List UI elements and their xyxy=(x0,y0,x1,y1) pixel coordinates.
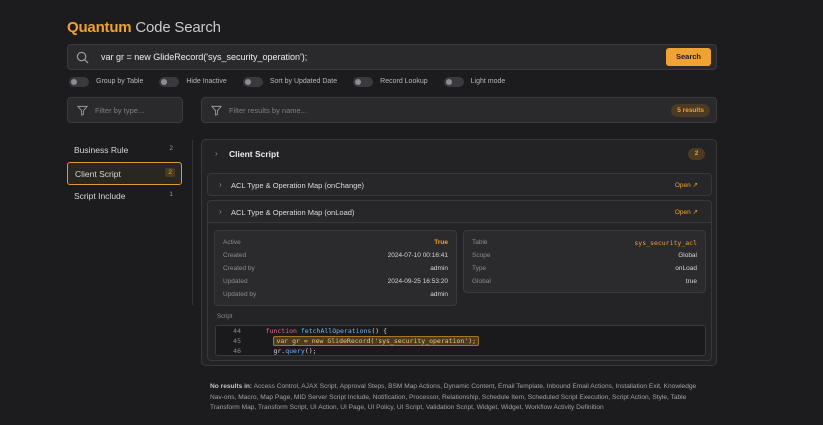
group-count-badge: 2 xyxy=(688,148,705,160)
meta-row: Created by admin xyxy=(223,265,448,275)
result-filter[interactable]: Filter results by name... 5 results xyxy=(201,97,717,123)
meta-key: Active xyxy=(223,239,241,246)
meta-row: Updated 2024-09-25 16:53:20 xyxy=(223,278,448,288)
meta-row: Global true xyxy=(472,278,697,288)
no-results-list: Access Control, AJAX Script, Approval St… xyxy=(210,383,697,411)
search-input[interactable]: var gr = new GlideRecord('sys_security_o… xyxy=(101,52,307,62)
meta-value: true xyxy=(685,278,697,285)
toggle-sort-by-updated[interactable]: Sort by Updated Date xyxy=(242,76,338,87)
toggle-bar: Group by Table Hide Inactive Sort by Upd… xyxy=(69,76,521,87)
meta-value: onLoad xyxy=(675,265,697,272)
no-results-label: No results in: xyxy=(210,383,253,390)
code-text: function fetchAllOperations() { xyxy=(265,327,387,335)
metadata-card: Active True Created 2024-07-10 00:16:41 Cr… xyxy=(214,230,457,306)
app-title: Quantum Code Search xyxy=(67,19,221,36)
results-group-panel: › Client Script 2 › ACL Type & Operation… xyxy=(201,139,717,366)
sidebar-item-label: Business Rule xyxy=(74,145,129,155)
toggle-label: Record Lookup xyxy=(380,78,428,85)
toggle-label: Light mode xyxy=(470,78,506,85)
toggle-label: Group by Table xyxy=(96,78,144,85)
type-sidebar: Business Rule 2 Client Script 2 Script Inc… xyxy=(67,139,182,208)
chevron-right-icon: › xyxy=(219,180,222,189)
code-line-highlighted: 45 var gr = new GlideRecord('sys_securit… xyxy=(216,336,705,347)
group-title: Client Script xyxy=(229,149,280,159)
type-filter-input[interactable]: Filter by type... xyxy=(95,106,144,115)
script-label: Script xyxy=(217,314,233,320)
type-filter[interactable]: Filter by type... xyxy=(67,97,183,123)
toggle-label: Sort by Updated Date xyxy=(269,78,338,85)
code-line: 46 gr.query(); xyxy=(216,347,705,357)
sidebar-item-script-include[interactable]: Script Include 1 xyxy=(67,185,182,208)
meta-key: Updated xyxy=(223,278,248,285)
meta-key: Scope xyxy=(472,252,491,259)
chevron-right-icon: › xyxy=(215,149,218,158)
sidebar-item-label: Client Script xyxy=(75,169,121,179)
brand-subtitle: Code Search xyxy=(135,19,221,36)
meta-value: 2024-09-25 16:53:20 xyxy=(387,278,448,285)
filter-icon xyxy=(211,105,222,116)
line-number: 46 xyxy=(233,347,241,355)
meta-value: sys_security_acl xyxy=(634,239,697,247)
result-row-expanded[interactable]: › ACL Type & Operation Map (onLoad) Open… xyxy=(207,200,712,223)
meta-row: Scope Global xyxy=(472,252,697,262)
divider xyxy=(192,140,193,305)
meta-key: Table xyxy=(472,239,488,246)
meta-key: Type xyxy=(472,265,487,272)
meta-row: Table sys_security_acl xyxy=(472,239,697,249)
metadata-card: Table sys_security_acl Scope Global Type on… xyxy=(463,230,706,293)
result-row[interactable]: › ACL Type & Operation Map (onChange) Op… xyxy=(207,173,712,196)
meta-key: Global xyxy=(472,278,491,285)
group-header[interactable]: › Client Script 2 xyxy=(202,140,716,168)
sidebar-item-count: 2 xyxy=(165,168,175,177)
meta-key: Created xyxy=(223,252,247,259)
toggle-label: Hide Inactive xyxy=(186,78,227,85)
meta-value: admin xyxy=(430,265,448,272)
sidebar-item-count: 1 xyxy=(169,191,173,198)
result-title: ACL Type & Operation Map (onChange) xyxy=(231,181,364,190)
meta-value: True xyxy=(434,239,448,246)
match-highlight: var gr = new GlideRecord('sys_security_o… xyxy=(273,336,480,346)
line-number: 44 xyxy=(233,327,241,335)
toggle-group-by-table[interactable]: Group by Table xyxy=(69,76,144,87)
meta-value: Global xyxy=(678,252,697,259)
code-text: var gr = new GlideRecord('sys_security_o… xyxy=(250,336,480,346)
meta-key: Created by xyxy=(223,265,255,272)
meta-value: 2024-07-10 00:16:41 xyxy=(387,252,448,259)
sidebar-item-client-script[interactable]: Client Script 2 xyxy=(67,162,182,185)
toggle-switch[interactable] xyxy=(69,76,89,87)
open-link[interactable]: Open ↗ xyxy=(675,181,698,189)
toggle-light-mode[interactable]: Light mode xyxy=(443,76,506,87)
toggle-switch[interactable] xyxy=(242,76,263,87)
line-number: 45 xyxy=(233,337,241,345)
sidebar-item-count: 2 xyxy=(169,145,173,152)
code-text: gr.query(); xyxy=(273,347,317,355)
results-count-badge: 5 results xyxy=(671,104,710,117)
meta-row: Active True xyxy=(223,239,448,249)
meta-row: Type onLoad xyxy=(472,265,697,275)
code-viewer: 44 function fetchAllOperations() { 45 va… xyxy=(215,325,706,356)
toggle-switch[interactable] xyxy=(159,76,180,87)
search-button[interactable]: Search xyxy=(666,48,711,66)
result-details: Active True Created 2024-07-10 00:16:41 Cr… xyxy=(207,223,712,361)
toggle-switch[interactable] xyxy=(353,76,374,87)
sidebar-item-business-rule[interactable]: Business Rule 2 xyxy=(67,139,182,162)
search-icon xyxy=(76,51,89,64)
open-link[interactable]: Open ↗ xyxy=(675,208,698,216)
meta-row: Updated by admin xyxy=(223,291,448,301)
toggle-hide-inactive[interactable]: Hide Inactive xyxy=(159,76,227,87)
sidebar-item-label: Script Include xyxy=(74,191,126,201)
result-title: ACL Type & Operation Map (onLoad) xyxy=(231,208,355,217)
meta-row: Created 2024-07-10 00:16:41 xyxy=(223,252,448,262)
toggle-switch[interactable] xyxy=(443,76,464,87)
meta-key: Updated by xyxy=(223,291,257,298)
brand-name: Quantum xyxy=(67,19,132,36)
filter-icon xyxy=(77,105,88,116)
chevron-right-icon: › xyxy=(219,207,222,216)
result-filter-input[interactable]: Filter results by name... xyxy=(229,106,307,115)
search-bar[interactable]: var gr = new GlideRecord('sys_security_o… xyxy=(67,44,717,70)
no-results-summary: No results in: Access Control, AJAX Scri… xyxy=(210,382,710,414)
toggle-record-lookup[interactable]: Record Lookup xyxy=(353,76,428,87)
meta-value: admin xyxy=(430,291,448,298)
